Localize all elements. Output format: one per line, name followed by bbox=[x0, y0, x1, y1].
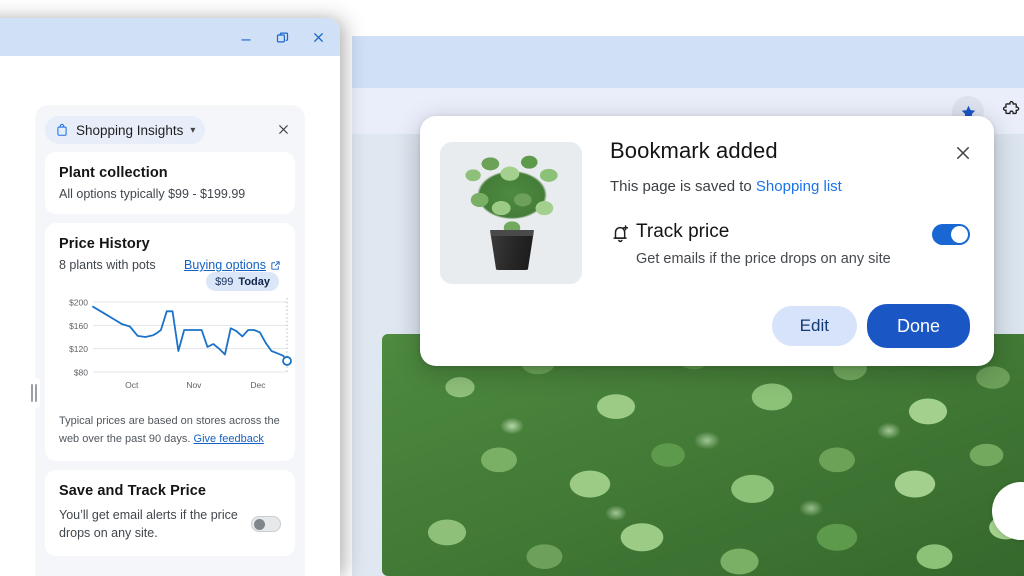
background-tab-strip bbox=[352, 36, 1024, 88]
chart-y-tick-label: $120 bbox=[69, 344, 88, 354]
price-line-chart-svg: $200 $160 $120 $80 Oct Nov Dec bbox=[69, 298, 292, 390]
edit-button[interactable]: Edit bbox=[771, 306, 857, 346]
track-price-toggle[interactable] bbox=[932, 224, 970, 245]
today-price-value: $99 bbox=[215, 275, 234, 288]
shopping-list-link[interactable]: Shopping list bbox=[756, 178, 842, 195]
window-controls bbox=[228, 18, 336, 56]
foreground-tab-strip bbox=[0, 18, 340, 56]
done-button[interactable]: Done bbox=[866, 304, 970, 348]
screenshot-root: Bookmark added This page is saved to Sho… bbox=[0, 0, 1024, 576]
collection-title: Plant collection bbox=[59, 165, 168, 181]
dialog-actions: Edit Done bbox=[771, 304, 970, 348]
track-price-description: Get emails if the price drops on any sit… bbox=[636, 251, 891, 267]
chevron-down-icon: ▾ bbox=[190, 124, 196, 136]
chart-y-tick-label: $80 bbox=[74, 368, 88, 378]
foreground-toolbar bbox=[0, 56, 340, 130]
price-history-subrow: 8 plants with pots Buying options bbox=[59, 258, 281, 272]
restore-icon bbox=[276, 32, 288, 42]
bell-add-icon bbox=[613, 225, 629, 243]
today-price-badge: $99 Today bbox=[206, 272, 279, 291]
bookmark-thumbnail bbox=[440, 142, 582, 284]
chart-today-point bbox=[282, 356, 292, 366]
side-panel-header: Shopping Insights ▾ bbox=[36, 106, 304, 152]
track-price-row: Track price Get emails if the price drop… bbox=[610, 221, 970, 270]
chart-x-tick-label: Nov bbox=[186, 380, 202, 390]
chart-price-line bbox=[92, 305, 288, 362]
buying-options-link[interactable]: Buying options bbox=[184, 258, 281, 272]
foreground-browser-window: Cart on ots Shopping Insights ▾ bbox=[0, 18, 340, 576]
shopping-insights-side-panel: Shopping Insights ▾ Plant collection All… bbox=[36, 106, 304, 576]
price-history-card: Price History 8 plants with pots Buying … bbox=[45, 223, 295, 462]
price-history-chart: $99 Today $200 $160 $120 $80 Oct Nov Dec bbox=[59, 272, 292, 400]
give-feedback-link[interactable]: Give feedback bbox=[194, 433, 264, 445]
minimize-icon bbox=[241, 39, 251, 41]
track-price-text: Track price Get emails if the price drop… bbox=[636, 221, 924, 270]
chart-y-tick-label: $160 bbox=[69, 321, 88, 331]
thumbnail-pot bbox=[490, 230, 534, 270]
side-panel-resize-handle[interactable] bbox=[28, 378, 40, 408]
bell-add-icon-wrap bbox=[610, 223, 636, 250]
dialog-title: Bookmark added bbox=[610, 138, 778, 163]
background-extensions-button[interactable] bbox=[1002, 100, 1021, 124]
thumbnail-foliage bbox=[458, 154, 566, 236]
saved-prefix: This page is saved to bbox=[610, 178, 756, 195]
dialog-body: Bookmark added This page is saved to Sho… bbox=[610, 138, 970, 270]
price-history-note: Typical prices are based on stores acros… bbox=[59, 412, 281, 448]
save-track-title: Save and Track Price bbox=[59, 483, 207, 500]
price-history-title: Price History bbox=[59, 236, 150, 252]
external-link-icon bbox=[271, 260, 280, 270]
puzzle-icon bbox=[1002, 100, 1020, 115]
grip-bar bbox=[35, 384, 37, 402]
save-track-toggle[interactable] bbox=[251, 516, 281, 533]
side-panel-close-button[interactable] bbox=[272, 118, 294, 140]
today-label: Today bbox=[238, 275, 270, 288]
chart-y-tick-label: $200 bbox=[69, 298, 88, 308]
dialog-saved-text: This page is saved to Shopping list bbox=[610, 178, 970, 195]
collection-subtitle: All options typically $99 - $199.99 bbox=[59, 187, 246, 201]
shopping-bag-icon bbox=[57, 124, 67, 136]
track-price-title: Track price bbox=[636, 221, 730, 242]
save-track-row: You’ll get email alerts if the price dro… bbox=[59, 506, 281, 542]
save-and-track-price-card: Save and Track Price You’ll get email al… bbox=[45, 470, 295, 556]
chart-x-tick-label: Oct bbox=[125, 380, 139, 390]
save-track-description: You’ll get email alerts if the price dro… bbox=[59, 508, 238, 541]
close-icon bbox=[278, 124, 288, 134]
side-panel-title: Shopping Insights bbox=[76, 122, 184, 138]
bookmark-added-dialog: Bookmark added This page is saved to Sho… bbox=[420, 116, 994, 366]
chart-x-tick-label: Dec bbox=[250, 380, 266, 390]
plant-collection-card[interactable]: Plant collection All options typically $… bbox=[45, 152, 295, 214]
window-close-button[interactable] bbox=[300, 21, 336, 53]
plant-product-photo bbox=[382, 334, 1024, 576]
window-minimize-button[interactable] bbox=[228, 21, 264, 53]
buying-options-label: Buying options bbox=[183, 258, 266, 272]
price-history-subtitle: 8 plants with pots bbox=[59, 258, 156, 272]
shopping-insights-dropdown[interactable]: Shopping Insights ▾ bbox=[45, 116, 206, 144]
window-restore-button[interactable] bbox=[264, 21, 300, 53]
close-icon bbox=[313, 32, 323, 42]
grip-bar bbox=[31, 384, 33, 402]
